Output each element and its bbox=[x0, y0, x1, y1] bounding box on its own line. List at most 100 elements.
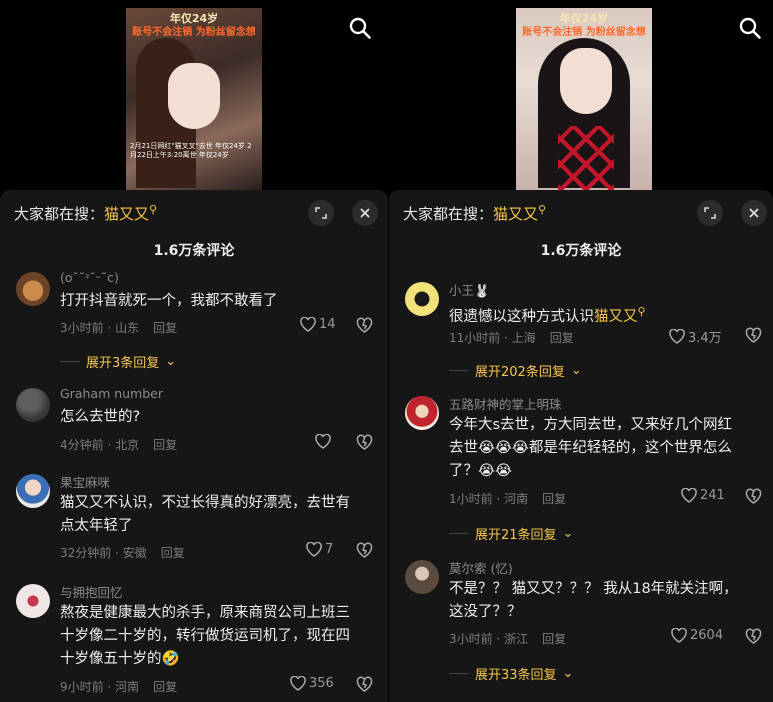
comment-username[interactable]: Graham number bbox=[60, 386, 163, 401]
reply-button[interactable]: 回复 bbox=[550, 331, 574, 345]
reply-button[interactable]: 回复 bbox=[153, 680, 177, 694]
search-small-icon: ⚲ bbox=[538, 203, 547, 216]
dislike-icon[interactable] bbox=[356, 317, 373, 333]
comment-meta: 4分钟前 · 北京 回复 bbox=[60, 436, 177, 453]
expand-replies[interactable]: 展开3条回复 ⌄ bbox=[60, 352, 176, 371]
comment-meta: 3小时前 · 山东 回复 bbox=[60, 319, 177, 336]
expand-icon bbox=[704, 207, 716, 219]
chevron-down-icon: ⌄ bbox=[562, 526, 574, 541]
comment-sheet: 大家都在搜：猫又又⚲ 1.6万条评论 (o˘˘ᵌ˘ᵕ˘c) 打开抖音就死一个，我… bbox=[0, 190, 388, 702]
comment-username[interactable]: 小王🐰 bbox=[449, 280, 490, 299]
reply-button[interactable]: 回复 bbox=[161, 546, 185, 560]
like-button[interactable] bbox=[315, 434, 334, 449]
search-suggestion[interactable]: 大家都在搜：猫又又⚲ bbox=[14, 203, 157, 224]
like-count: 14 bbox=[319, 317, 336, 332]
avatar[interactable] bbox=[405, 560, 439, 594]
avatar[interactable] bbox=[16, 474, 50, 508]
video-area[interactable]: 年仅24岁 账号不会注销 为粉丝留念想 bbox=[389, 0, 773, 190]
mention-keyword[interactable]: 猫又又 bbox=[594, 309, 638, 325]
reply-button[interactable]: 回复 bbox=[542, 632, 566, 646]
avatar[interactable] bbox=[405, 282, 439, 316]
comment-time: 11小时前 · 上海 bbox=[449, 331, 536, 345]
comment-time: 3小时前 · 浙江 bbox=[449, 632, 529, 646]
expand-replies[interactable]: 展开33条回复 ⌄ bbox=[449, 664, 573, 683]
comment-text: 不是？？ 猫又又？？？ 我从18年就关注啊，这没了？？ bbox=[449, 581, 738, 620]
comment-meta: 9小时前 · 河南 回复 bbox=[60, 678, 177, 695]
expand-button[interactable] bbox=[697, 200, 723, 226]
dislike-icon[interactable] bbox=[745, 327, 762, 343]
comment-count: 1.6万条评论 bbox=[153, 243, 235, 259]
avatar[interactable] bbox=[16, 272, 50, 306]
comment-text: 今年大s去世，方大同去世，又来好几个网红去世😭😭😭都是年纪轻轻的，这个世界怎么了… bbox=[449, 417, 733, 479]
thumb-caption: 2月21日网红"猫叉叉"去世 年仅24岁 2月22日上午3:20离世 年仅24岁 bbox=[130, 142, 252, 159]
like-count: 7 bbox=[325, 542, 334, 557]
like-button[interactable]: 2604 bbox=[671, 628, 723, 643]
comment-username[interactable]: (o˘˘ᵌ˘ᵕ˘c) bbox=[60, 270, 119, 285]
comment-time: 32分钟前 · 安徽 bbox=[60, 546, 147, 560]
heart-icon bbox=[669, 329, 685, 344]
heart-icon bbox=[681, 488, 697, 503]
video-area[interactable]: 年仅24岁 账号不会注销 为粉丝留念想 2月21日网红"猫叉叉"去世 年仅24岁… bbox=[0, 0, 388, 190]
search-suggestion[interactable]: 大家都在搜：猫又又⚲ bbox=[403, 203, 546, 224]
comment-meta: 32分钟前 · 安徽 回复 bbox=[60, 544, 185, 561]
close-button[interactable] bbox=[741, 200, 767, 226]
dislike-icon[interactable] bbox=[356, 542, 373, 558]
comment-text: 很遗憾以这种方式认识猫又又⚲ bbox=[449, 305, 646, 325]
comment-time: 9小时前 · 河南 bbox=[60, 680, 140, 694]
expand-replies-label: 展开3条回复 bbox=[86, 356, 160, 371]
dislike-icon[interactable] bbox=[356, 434, 373, 450]
reply-button[interactable]: 回复 bbox=[542, 492, 566, 506]
dislike-icon[interactable] bbox=[745, 488, 762, 504]
comment-count: 1.6万条评论 bbox=[540, 243, 622, 259]
comment-username[interactable]: 与拥抱回忆 bbox=[60, 582, 123, 601]
like-count: 3.4万 bbox=[688, 331, 722, 346]
expand-replies[interactable]: 展开21条回复 ⌄ bbox=[449, 524, 573, 543]
search-keyword[interactable]: 猫又又 bbox=[104, 205, 149, 223]
comment-username[interactable]: 莫尔索 (忆) bbox=[449, 558, 513, 577]
video-thumbnail[interactable]: 年仅24岁 账号不会注销 为粉丝留念想 bbox=[516, 8, 652, 190]
like-button[interactable]: 3.4万 bbox=[669, 327, 722, 346]
avatar[interactable] bbox=[16, 388, 50, 422]
search-prefix: 大家都在搜： bbox=[14, 205, 105, 223]
reply-button[interactable]: 回复 bbox=[153, 438, 177, 452]
heart-icon bbox=[315, 434, 331, 449]
comment-meta: 3小时前 · 浙江 回复 bbox=[449, 630, 566, 647]
heart-icon bbox=[300, 317, 316, 332]
avatar[interactable] bbox=[405, 396, 439, 430]
search-keyword[interactable]: 猫又又 bbox=[493, 205, 538, 223]
avatar[interactable] bbox=[16, 584, 50, 618]
video-thumbnail[interactable]: 年仅24岁 账号不会注销 为粉丝留念想 2月21日网红"猫叉叉"去世 年仅24岁… bbox=[126, 8, 262, 190]
like-button[interactable]: 356 bbox=[290, 676, 334, 691]
heart-icon bbox=[671, 628, 687, 643]
comment-meta: 11小时前 · 上海 回复 bbox=[449, 329, 574, 346]
comment-time: 4分钟前 · 北京 bbox=[60, 438, 140, 452]
comment-text: 熬夜是健康最大的杀手，原来商贸公司上班三十岁像二十岁的，转行做货运司机了，现在四… bbox=[60, 605, 350, 667]
like-count: 241 bbox=[700, 488, 725, 503]
like-button[interactable]: 7 bbox=[306, 542, 333, 557]
thumb-subtitle: 账号不会注销 为粉丝留念想 bbox=[522, 27, 646, 38]
expand-replies[interactable]: 展开202条回复 ⌄ bbox=[449, 361, 582, 380]
expand-replies-label: 展开21条回复 bbox=[475, 528, 557, 543]
search-icon[interactable] bbox=[348, 16, 372, 40]
like-button[interactable]: 14 bbox=[300, 317, 336, 332]
dislike-icon[interactable] bbox=[356, 676, 373, 692]
comment-time: 1小时前 · 河南 bbox=[449, 492, 529, 506]
comment-username[interactable]: 果宝麻咪 bbox=[60, 472, 110, 491]
expand-icon bbox=[315, 207, 327, 219]
search-icon[interactable] bbox=[738, 16, 762, 40]
expand-replies-label: 展开202条回复 bbox=[475, 365, 565, 380]
close-button[interactable] bbox=[352, 200, 378, 226]
search-prefix: 大家都在搜： bbox=[403, 205, 494, 223]
dislike-icon[interactable] bbox=[745, 628, 762, 644]
like-count: 356 bbox=[309, 676, 334, 691]
like-button[interactable]: 241 bbox=[681, 488, 725, 503]
comment-username[interactable]: 五路财神的掌上明珠 bbox=[449, 394, 562, 413]
like-count: 2604 bbox=[690, 628, 724, 643]
close-icon bbox=[749, 208, 759, 218]
chevron-down-icon: ⌄ bbox=[165, 354, 177, 369]
reply-button[interactable]: 回复 bbox=[153, 321, 177, 335]
heart-icon bbox=[306, 542, 322, 557]
heart-icon bbox=[290, 676, 306, 691]
expand-button[interactable] bbox=[308, 200, 334, 226]
comment-time: 3小时前 · 山东 bbox=[60, 321, 140, 335]
